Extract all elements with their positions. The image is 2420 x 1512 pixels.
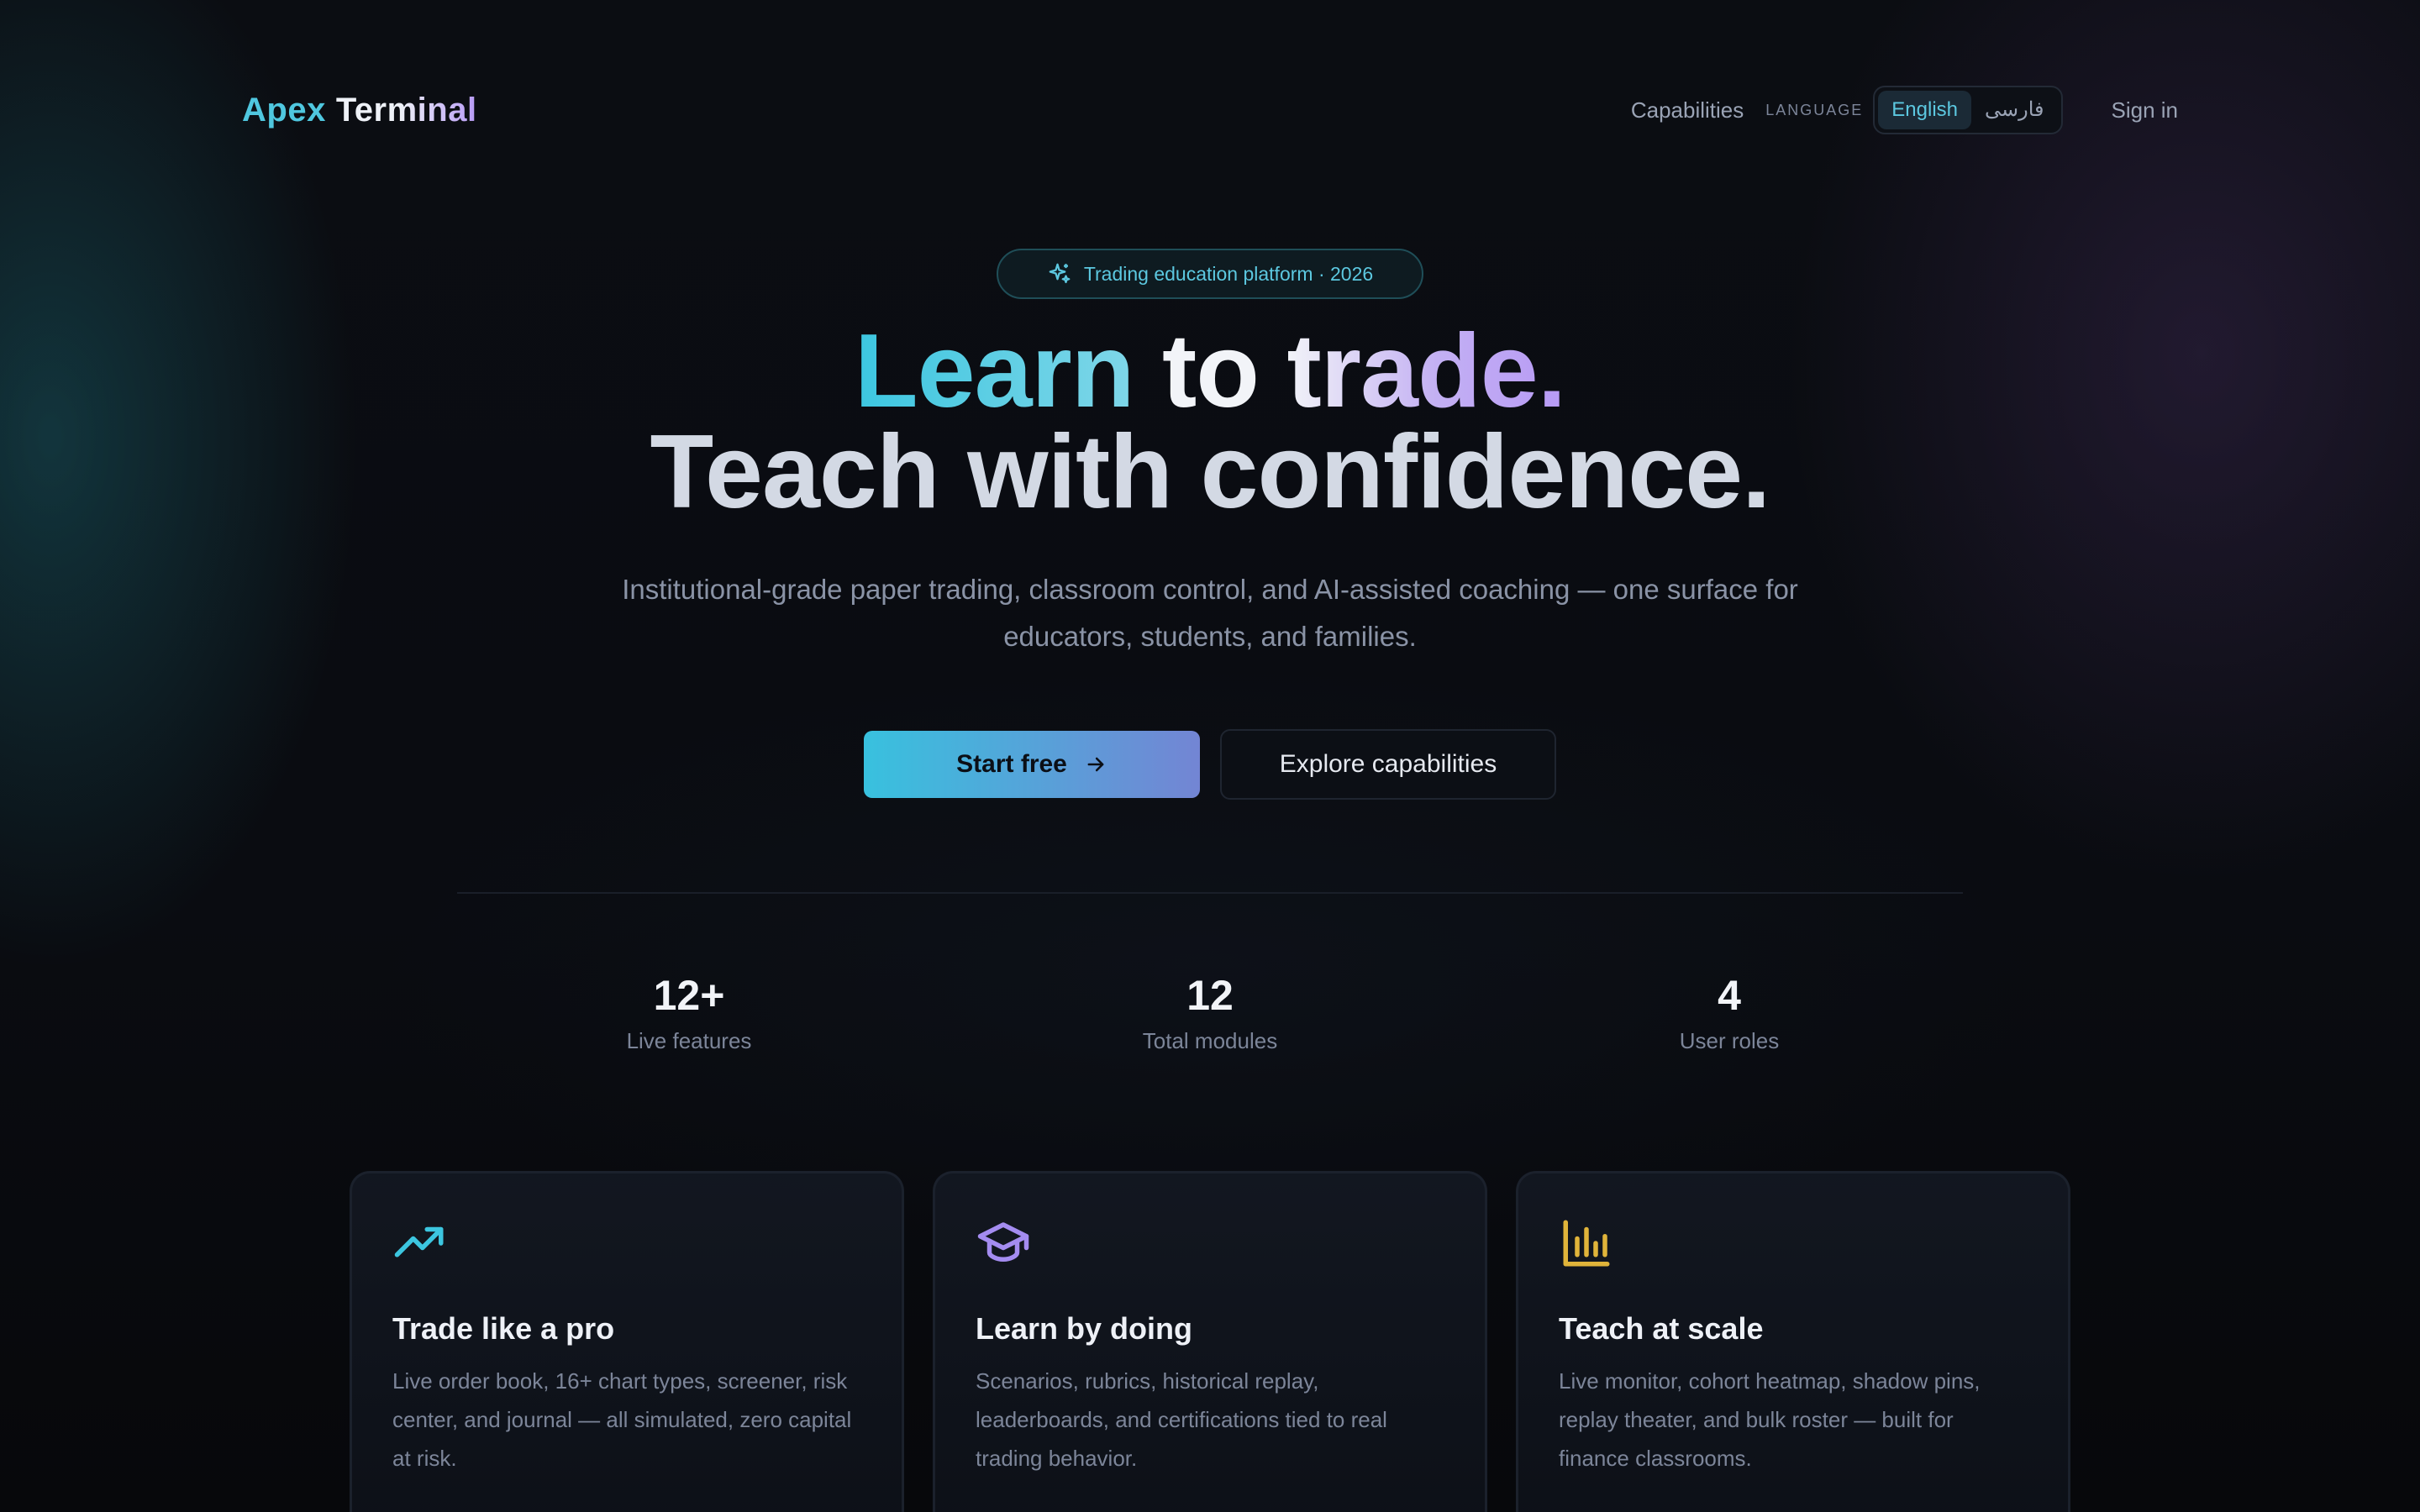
- bar-chart-icon: [1563, 1220, 1610, 1267]
- card-description: Live monitor, cohort heatmap, shadow pin…: [1559, 1368, 1981, 1471]
- brand-logo[interactable]: Apex Terminal: [242, 92, 477, 129]
- feature-card-learn[interactable]: Learn by doing Scenarios, rubrics, histo…: [933, 1171, 1487, 1512]
- top-nav: Apex Terminal Capabilities LANGUAGE Engl…: [242, 81, 2178, 139]
- sign-in-link[interactable]: Sign in: [2112, 97, 2179, 123]
- headline-line-2: Teach with confidence.: [650, 414, 1770, 530]
- stat-label: User roles: [1679, 1028, 1780, 1053]
- sparkle-icon: [1049, 263, 1071, 284]
- headline-to-trade: to trade.: [1134, 313, 1566, 429]
- start-free-button[interactable]: Start free: [864, 731, 1200, 798]
- language-option-english[interactable]: English: [1878, 91, 1971, 129]
- language-label: LANGUAGE: [1765, 101, 1864, 118]
- language-option-farsi[interactable]: فارسی: [1971, 91, 2058, 129]
- hero-subtitle: Institutional-grade paper trading, class…: [622, 574, 1798, 652]
- stat-value: 4: [1718, 972, 1741, 1019]
- hero-headline: Learn to trade. Teach with confidence.: [0, 319, 2420, 524]
- arrow-right-icon: [1087, 757, 1104, 772]
- stat-live-features: 12+ Live features: [521, 966, 857, 1054]
- stat-label: Live features: [626, 1028, 752, 1053]
- nav-right: Capabilities LANGUAGE English فارسی Sign…: [1631, 86, 2178, 134]
- card-description: Live order book, 16+ chart types, screen…: [392, 1368, 852, 1471]
- brand-name-part1: Apex: [242, 91, 326, 129]
- hero-badge: Trading education platform · 2026: [997, 249, 1423, 299]
- trending-up-icon: [394, 1226, 444, 1257]
- graduation-cap-icon: [977, 1222, 1029, 1262]
- brand-name-part2: Terminal: [335, 91, 477, 129]
- section-divider: [457, 892, 1963, 894]
- headline-line-1: Learn to trade.: [854, 313, 1566, 429]
- feature-card-trade[interactable]: Trade like a pro Live order book, 16+ ch…: [350, 1171, 904, 1512]
- stat-value: 12+: [653, 972, 725, 1019]
- stat-label: Total modules: [1142, 1028, 1278, 1053]
- explore-capabilities-button[interactable]: Explore capabilities: [1220, 729, 1556, 800]
- card-title: Learn by doing: [976, 1311, 1193, 1346]
- landing-page: Apex Terminal Capabilities LANGUAGE Engl…: [0, 0, 2420, 1512]
- stat-user-roles: 4 User roles: [1561, 966, 1897, 1054]
- nav-link-capabilities[interactable]: Capabilities: [1631, 97, 1744, 123]
- card-description: Scenarios, rubrics, historical replay, l…: [976, 1368, 1387, 1471]
- language-toggle: English فارسی: [1873, 86, 2063, 134]
- card-title: Trade like a pro: [392, 1311, 615, 1346]
- card-title: Teach at scale: [1559, 1311, 1764, 1346]
- stat-total-modules: 12 Total modules: [1042, 966, 1378, 1054]
- feature-card-teach[interactable]: Teach at scale Live monitor, cohort heat…: [1516, 1171, 2070, 1512]
- stat-value: 12: [1186, 972, 1234, 1019]
- hero-badge-text: Trading education platform · 2026: [1083, 262, 1374, 285]
- start-free-label: Start free: [956, 750, 1067, 778]
- headline-learn: Learn: [854, 313, 1135, 429]
